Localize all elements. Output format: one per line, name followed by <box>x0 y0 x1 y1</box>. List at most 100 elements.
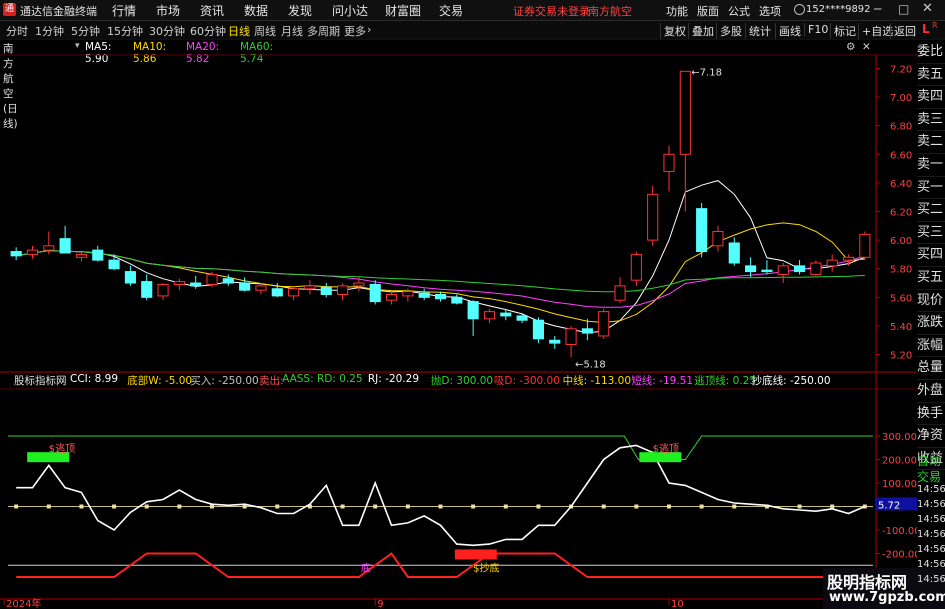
trade-panel: 自动 交易 14:56 14:56 14:56 14:56 14:56 14:56 14:56 <box>917 452 945 589</box>
quote-field-9[interactable]: 买四 <box>917 244 945 267</box>
quote-field-12[interactable]: 涨跌 <box>917 312 945 335</box>
close-icon[interactable]: ✕ <box>922 1 933 16</box>
login-warning[interactable]: 证券交易未登录 <box>513 3 590 19</box>
tool-tongji[interactable]: 统计 <box>745 23 774 39</box>
quote-field-4[interactable]: 卖二 <box>917 131 945 154</box>
tick-time: 14:56 <box>917 559 945 570</box>
quote-field-10[interactable]: 买五 <box>917 267 945 290</box>
zero-marker <box>438 504 443 509</box>
minimize-icon[interactable]: ─ <box>874 2 881 16</box>
menu-wenxiaoda[interactable]: 问小达 <box>332 2 368 19</box>
period-30min[interactable]: 30分钟 <box>149 23 185 39</box>
quote-field-11[interactable]: 现价 <box>917 290 945 313</box>
candle-body <box>418 292 430 298</box>
menu-shuju[interactable]: 数据 <box>244 2 268 19</box>
sub-indicator-chart: $逃顶 $逃顶 $抄底 底 <box>8 435 873 578</box>
candle-body <box>598 311 610 337</box>
price-label: 7.20 <box>890 64 912 75</box>
period-weekly[interactable]: 周线 <box>254 23 276 39</box>
zero-marker <box>830 504 835 509</box>
tool-duogu[interactable]: 多股 <box>716 23 745 39</box>
tick-time: 14:56 <box>917 484 945 495</box>
candle-body <box>712 231 724 247</box>
candle-body <box>337 285 349 295</box>
period-15min[interactable]: 15分钟 <box>107 23 143 39</box>
menu-banmian[interactable]: 版面 <box>697 3 719 19</box>
candle-body <box>141 281 153 298</box>
period-more[interactable]: 更多 <box>344 23 366 39</box>
candle-body <box>696 208 708 253</box>
trade-panel-item-0[interactable]: 自动 <box>917 452 945 468</box>
quote-field-8[interactable]: 买三 <box>917 222 945 245</box>
period-fenshi[interactable]: 分时 <box>6 23 28 39</box>
candle-body <box>842 256 855 261</box>
menu-shichang[interactable]: 市场 <box>156 2 180 19</box>
menu-caifuquan[interactable]: 财富圈 <box>385 2 421 19</box>
candle-body <box>630 253 642 281</box>
tool-fanhui[interactable]: 返回 <box>890 23 919 39</box>
candle-body <box>679 70 691 155</box>
zero-marker <box>601 504 606 509</box>
tool-fuquan[interactable]: 复权 <box>660 23 689 39</box>
tool-f10[interactable]: F10 <box>804 23 831 36</box>
candle-body <box>810 262 822 275</box>
bottom-marker <box>454 549 497 560</box>
zero-marker <box>373 504 378 509</box>
menu-xuanxiang[interactable]: 选项 <box>759 3 781 19</box>
quote-field-16[interactable]: 换手 <box>917 403 945 426</box>
tool-biaoji[interactable]: 标记 <box>830 23 859 39</box>
period-60min[interactable]: 60分钟 <box>190 23 226 39</box>
user-name[interactable]: 152****9892 <box>806 4 871 15</box>
indicator-label-6: 抛D: 300.00 <box>430 375 494 387</box>
price-label: 5.40 <box>890 322 912 333</box>
quote-field-0[interactable]: 委比 <box>917 41 945 64</box>
price-label: 5.60 <box>890 293 912 304</box>
kline-chart[interactable]: ←7.18 ←5.18 7.20 7.00 6.80 6.60 6.40 6.20 6.00 5… <box>0 39 917 609</box>
indicator-label-7: 吸D: -300.00 <box>493 375 560 387</box>
quote-field-17[interactable]: 净资 <box>917 425 945 448</box>
quote-field-1[interactable]: 卖五 <box>917 64 945 87</box>
trade-panel-item-1[interactable]: 交易 <box>917 468 945 484</box>
indicator-label-4: AASS: RD: 0.25 <box>282 373 363 385</box>
level-indicator-l: L <box>922 22 930 36</box>
indicator-label-5: RJ: -20.29 <box>367 373 420 385</box>
tool-diejia[interactable]: 叠加 <box>688 23 717 39</box>
zero-marker <box>536 504 541 509</box>
quote-field-14[interactable]: 总量 <box>917 357 945 380</box>
menu-gongneng[interactable]: 功能 <box>666 3 688 19</box>
period-1min[interactable]: 1分钟 <box>35 23 64 39</box>
cci-line <box>16 444 866 547</box>
candle-body <box>26 249 39 255</box>
menu-faxian[interactable]: 发现 <box>288 2 312 19</box>
zero-marker <box>275 504 280 509</box>
period-daily[interactable]: 日线 <box>228 23 250 39</box>
chevron-right-icon[interactable]: › <box>367 23 371 36</box>
menu-gongshi[interactable]: 公式 <box>728 3 750 19</box>
menu-hangqing[interactable]: 行情 <box>112 2 136 19</box>
quote-field-13[interactable]: 涨幅 <box>917 335 945 358</box>
indicator-label-8: 中线: -113.00 <box>562 375 631 387</box>
quote-field-7[interactable]: 买二 <box>917 199 945 222</box>
candle-body <box>239 282 251 291</box>
candle-body <box>92 249 104 261</box>
period-monthly[interactable]: 月线 <box>281 23 303 39</box>
indicator-label-3: 卖出: <box>259 375 284 387</box>
user-icon[interactable] <box>794 4 805 15</box>
quote-field-5[interactable]: 卖一 <box>917 154 945 177</box>
maximize-icon[interactable]: □ <box>898 2 909 16</box>
period-multi[interactable]: 多周期 <box>307 23 340 39</box>
sub-chart-name[interactable]: 股标指标网 <box>14 373 67 388</box>
price-label: 6.20 <box>890 208 912 219</box>
menu-zixun[interactable]: 资讯 <box>200 2 224 19</box>
quote-field-3[interactable]: 卖三 <box>917 109 945 132</box>
zero-marker <box>471 504 476 509</box>
candle-body <box>483 311 496 320</box>
indicator-label-0: CCI: 8.99 <box>70 373 119 385</box>
candle-body <box>124 271 136 284</box>
quote-field-2[interactable]: 卖四 <box>917 86 945 109</box>
period-5min[interactable]: 5分钟 <box>71 23 100 39</box>
tool-huaxian[interactable]: 画线 <box>775 23 804 39</box>
quote-field-6[interactable]: 买一 <box>917 177 945 200</box>
menu-jiaoyi[interactable]: 交易 <box>439 2 463 19</box>
quote-field-15[interactable]: 外盘 <box>917 380 945 403</box>
